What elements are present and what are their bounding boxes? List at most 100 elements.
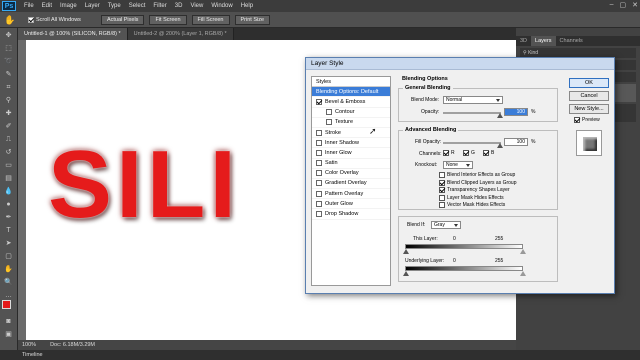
dodge-tool-icon[interactable]: ● [3,199,15,210]
channel-b-check[interactable] [483,150,489,156]
style-item-checkbox[interactable] [316,180,322,187]
styles-header[interactable]: Styles [312,77,390,88]
menu-filter[interactable]: Filter [149,3,170,9]
style-item-contour[interactable]: Contour [312,108,390,118]
style-item-bevel-emboss[interactable]: Bevel & Emboss [312,97,390,108]
style-item-checkbox[interactable] [316,139,322,146]
style-item-checkbox[interactable] [316,160,322,167]
marquee-tool-icon[interactable]: ⬚ [3,43,15,54]
menu-type[interactable]: Type [104,3,125,9]
minimize-button[interactable]: – [610,1,614,9]
maximize-button[interactable]: ▢ [620,1,627,9]
healing-tool-icon[interactable]: ✚ [3,108,15,119]
menu-window[interactable]: Window [207,3,236,9]
menu-file[interactable]: File [20,3,38,9]
brush-tool-icon[interactable]: ✐ [3,121,15,132]
shape-tool-icon[interactable]: ▢ [3,251,15,262]
new-style-button[interactable]: New Style... [569,104,609,114]
tab-layers[interactable]: Layers [531,36,556,46]
zoom-tool-icon[interactable]: 🔍 [3,277,15,288]
history-brush-tool-icon[interactable]: ↺ [3,147,15,158]
preview-check[interactable] [574,117,580,123]
menu-help[interactable]: Help [237,3,257,9]
this-layer-gradient[interactable] [405,244,523,249]
timeline-panel-tab[interactable]: Timeline [0,350,640,360]
fill-screen-button[interactable]: Fill Screen [191,14,230,25]
channel-r-check[interactable] [443,150,449,156]
opacity-slider[interactable] [443,112,501,114]
advanced-option-checkbox[interactable]: Blend Interior Effects as Group [439,172,515,178]
style-item-blending-options-default[interactable]: Blending Options: Default [312,87,390,98]
menu-image[interactable]: Image [56,3,81,9]
underlying-gradient[interactable] [405,266,523,271]
style-item-color-overlay[interactable]: Color Overlay [312,169,390,179]
crop-tool-icon[interactable]: ⌗ [3,82,15,93]
close-button[interactable]: ✕ [632,1,638,9]
style-item-inner-shadow[interactable]: Inner Shadow [312,138,390,149]
advanced-option-checkbox[interactable]: Transparency Shapes Layer [439,187,510,193]
fill-opacity-input[interactable]: 100 [504,138,528,146]
quick-select-tool-icon[interactable]: ✎ [3,69,15,80]
style-item-checkbox[interactable] [326,109,332,116]
knockout-select[interactable]: None [443,161,473,169]
style-item-checkbox[interactable] [326,119,332,126]
eyedropper-tool-icon[interactable]: ⚲ [3,95,15,106]
fit-screen-button[interactable]: Fit Screen [149,14,187,25]
style-item-stroke[interactable]: Stroke [312,128,390,139]
this-layer-black-thumb[interactable] [403,249,409,254]
path-select-tool-icon[interactable]: ➤ [3,238,15,249]
type-tool-icon[interactable]: T [3,225,15,236]
foreground-color-swatch[interactable] [1,300,11,309]
menu-edit[interactable]: Edit [38,3,56,9]
menu-select[interactable]: Select [125,3,150,9]
scroll-all-checkbox[interactable] [28,16,34,23]
cancel-button[interactable]: Cancel [569,91,609,101]
channel-b-checkbox[interactable]: B [483,150,494,156]
advanced-option-check[interactable] [439,187,445,193]
style-item-checkbox[interactable] [316,98,322,105]
style-item-checkbox[interactable] [316,211,322,218]
advanced-option-checkbox[interactable]: Blend Clipped Layers as Group [439,179,517,186]
lasso-tool-icon[interactable]: ➰ [3,56,15,67]
ok-button[interactable]: OK [569,78,609,88]
menu-view[interactable]: View [186,3,207,9]
advanced-option-check[interactable] [439,172,445,178]
more-tools-icon[interactable]: … [3,290,15,299]
actual-pixels-button[interactable]: Actual Pixels [100,14,145,25]
style-item-checkbox[interactable] [316,200,322,207]
style-item-pattern-overlay[interactable]: Pattern Overlay [312,189,390,200]
move-tool-icon[interactable]: ✥ [3,30,15,41]
style-item-drop-shadow[interactable]: Drop Shadow [312,209,390,220]
style-item-texture[interactable]: Texture [312,118,390,128]
style-item-inner-glow[interactable]: Inner Glow [312,148,390,159]
zoom-level[interactable]: 100% [22,342,36,348]
menu-3d[interactable]: 3D [171,3,187,9]
this-layer-white-thumb[interactable] [520,249,526,254]
opacity-input[interactable]: 100 [504,108,528,116]
advanced-option-checkbox[interactable]: Layer Mask Hides Effects [439,194,504,201]
scroll-all-windows-option[interactable]: Scroll All Windows [28,16,81,23]
underlying-white-thumb[interactable] [520,271,526,276]
style-item-satin[interactable]: Satin [312,159,390,169]
fill-opacity-slider-thumb[interactable] [497,143,503,148]
clone-stamp-tool-icon[interactable]: ⎍ [3,134,15,145]
eraser-tool-icon[interactable]: ▭ [3,160,15,171]
color-swatches[interactable] [1,300,16,314]
style-item-outer-glow[interactable]: Outer Glow [312,199,390,210]
blur-tool-icon[interactable]: 💧 [3,186,15,197]
style-item-checkbox[interactable] [316,170,322,177]
style-item-checkbox[interactable] [316,149,322,156]
style-item-checkbox[interactable] [316,129,322,136]
fill-opacity-slider[interactable] [443,142,501,144]
screen-mode-icon[interactable]: ▣ [3,329,15,340]
channel-r-checkbox[interactable]: R [443,150,455,156]
tab-untitled-1[interactable]: Untitled-1 @ 100% (SILICON, RGB/8) * [18,28,128,40]
channel-g-checkbox[interactable]: G [463,150,475,156]
advanced-option-checkbox[interactable]: Vector Mask Hides Effects [439,202,505,208]
gradient-tool-icon[interactable]: ▤ [3,173,15,184]
pen-tool-icon[interactable]: ✒ [3,212,15,223]
tab-3d[interactable]: 3D [516,36,531,46]
blend-mode-select[interactable]: Normal [443,96,503,104]
advanced-option-check[interactable] [439,179,445,186]
tab-channels[interactable]: Channels [556,36,587,46]
